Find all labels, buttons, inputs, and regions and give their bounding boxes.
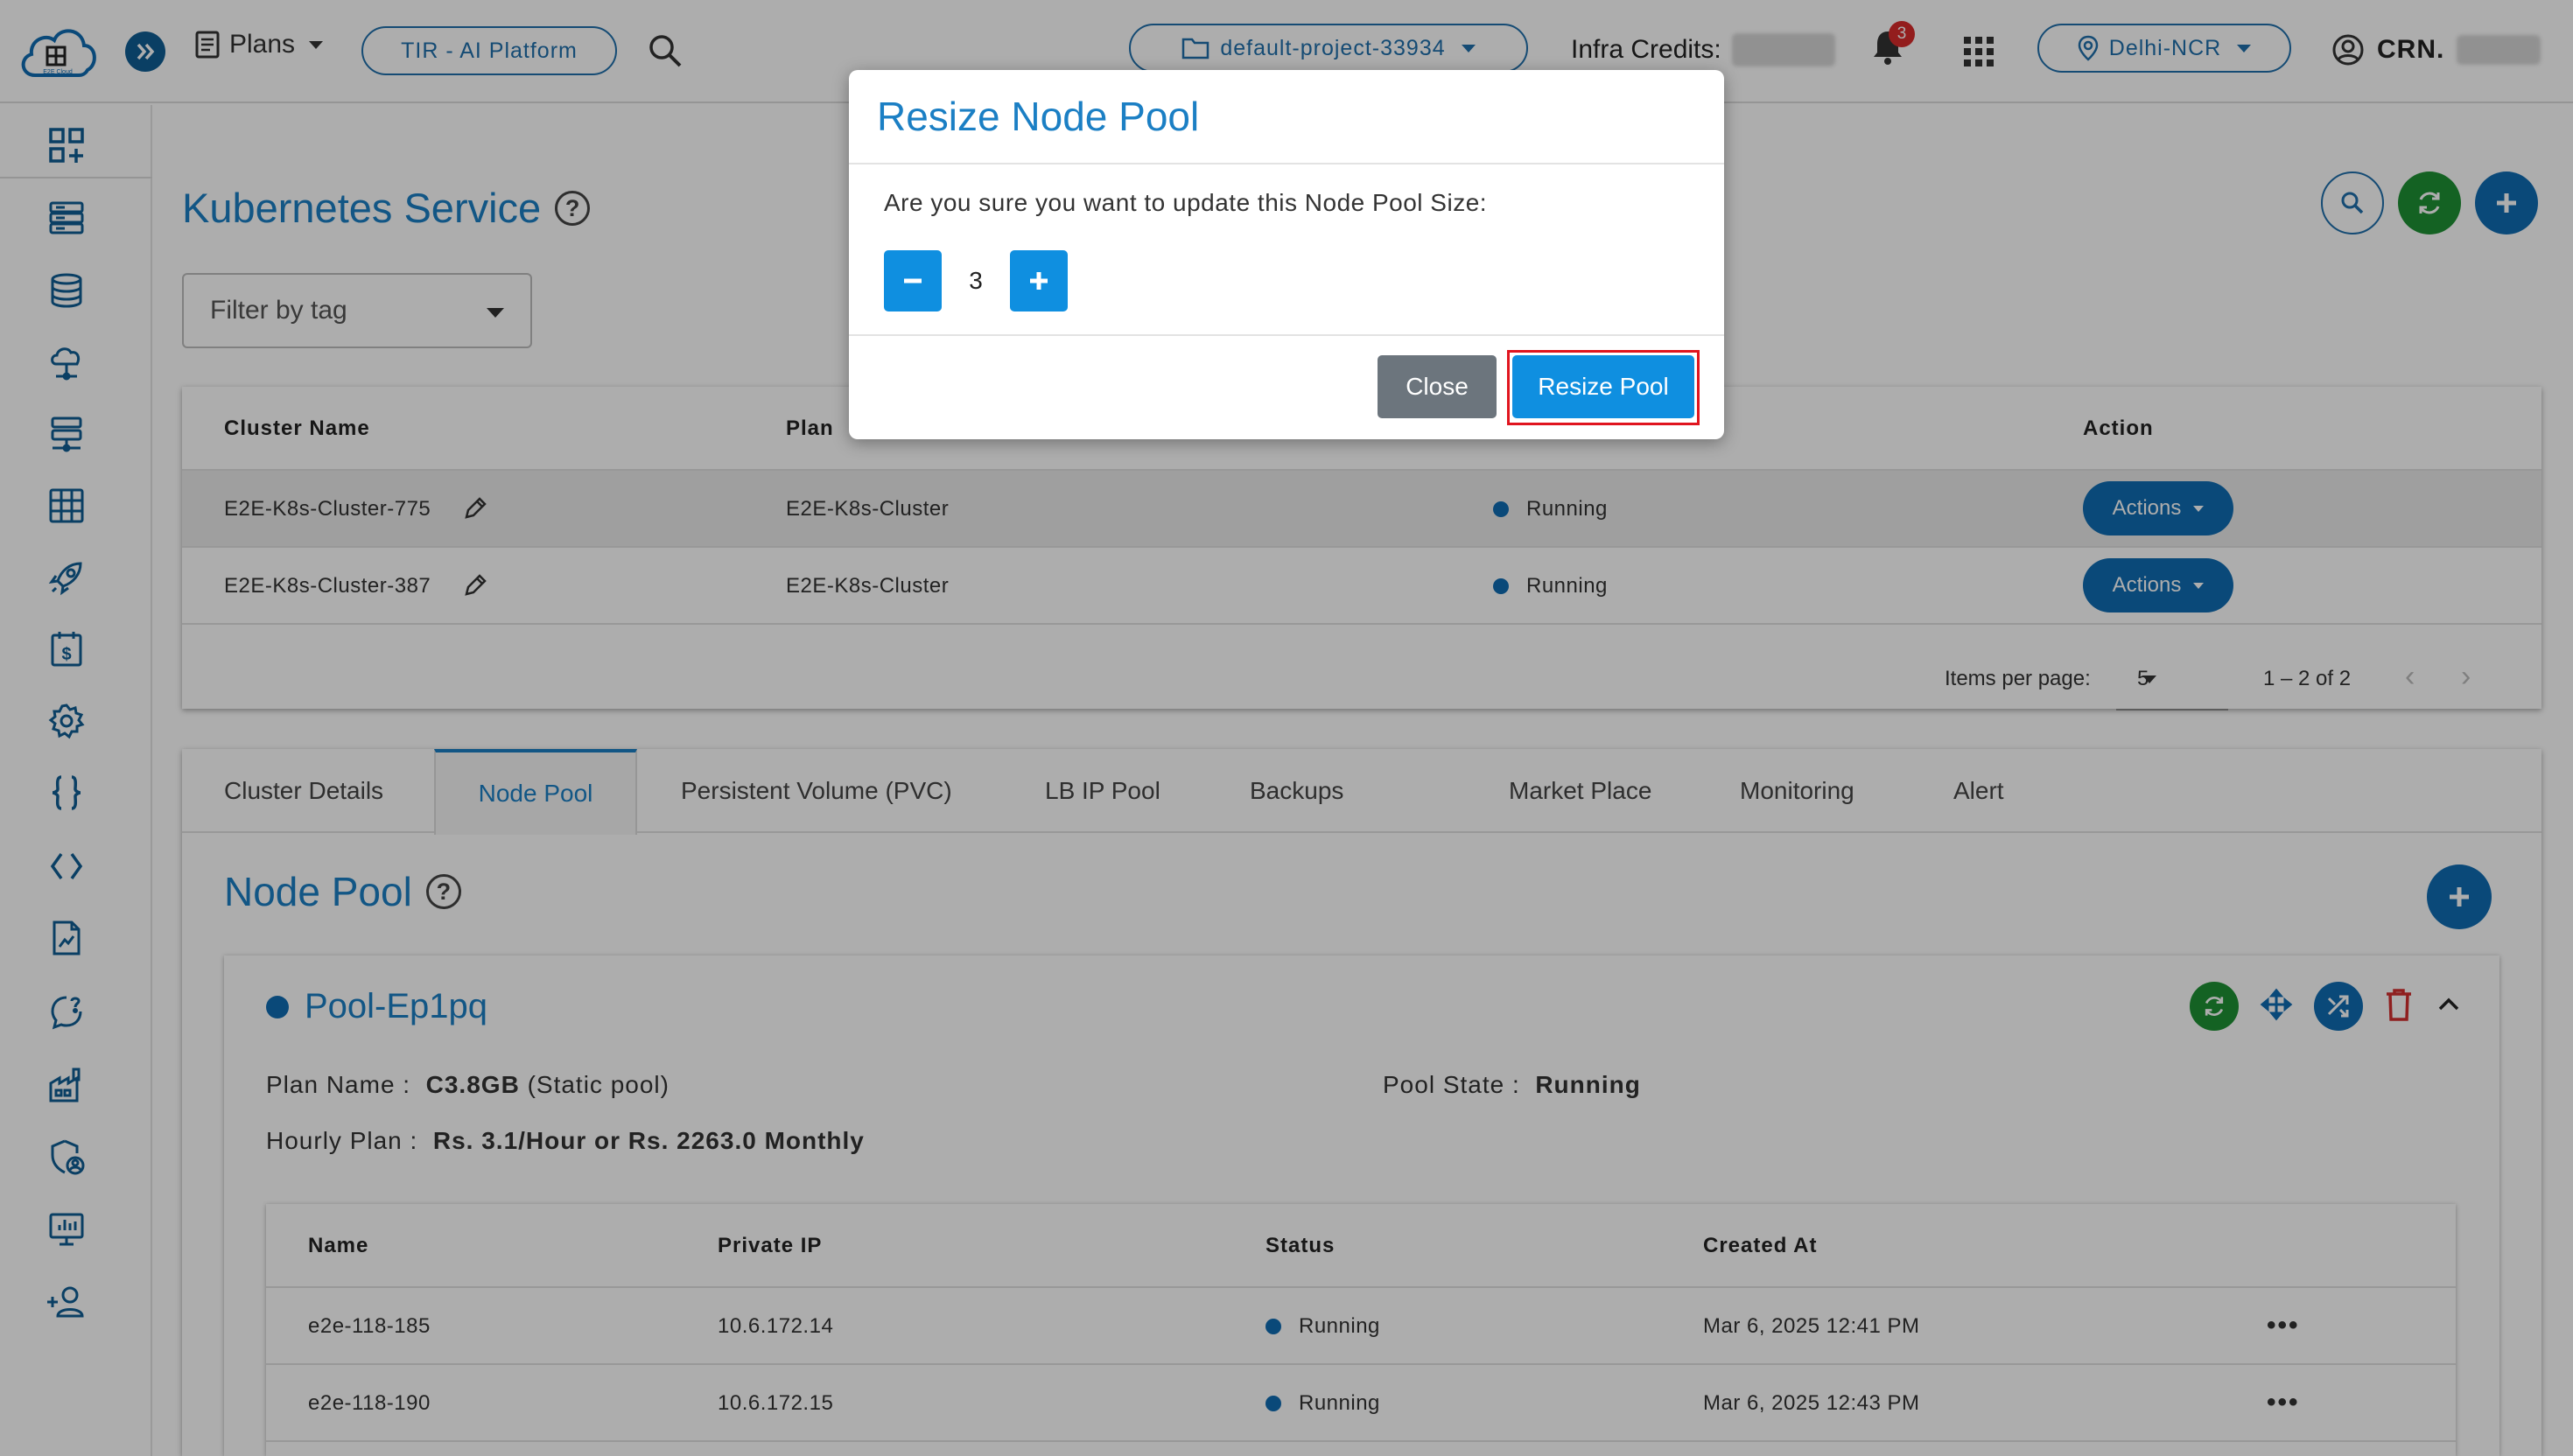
plus-icon bbox=[1030, 272, 1048, 290]
resize-node-pool-dialog: Resize Node Pool Are you sure you want t… bbox=[849, 70, 1724, 439]
close-button[interactable]: Close bbox=[1378, 355, 1497, 418]
minus-icon bbox=[904, 278, 922, 284]
node-pool-size-stepper: 3 bbox=[884, 250, 1068, 312]
node-pool-size-value[interactable]: 3 bbox=[942, 267, 1010, 295]
dialog-title: Resize Node Pool bbox=[877, 94, 1200, 139]
dialog-message: Are you sure you want to update this Nod… bbox=[884, 189, 1488, 216]
dialog-footer: Close Resize Pool bbox=[849, 334, 1724, 439]
dialog-header: Resize Node Pool bbox=[849, 70, 1724, 164]
increment-button[interactable] bbox=[1010, 250, 1068, 312]
resize-pool-confirm-button[interactable]: Resize Pool bbox=[1512, 355, 1694, 418]
decrement-button[interactable] bbox=[884, 250, 942, 312]
